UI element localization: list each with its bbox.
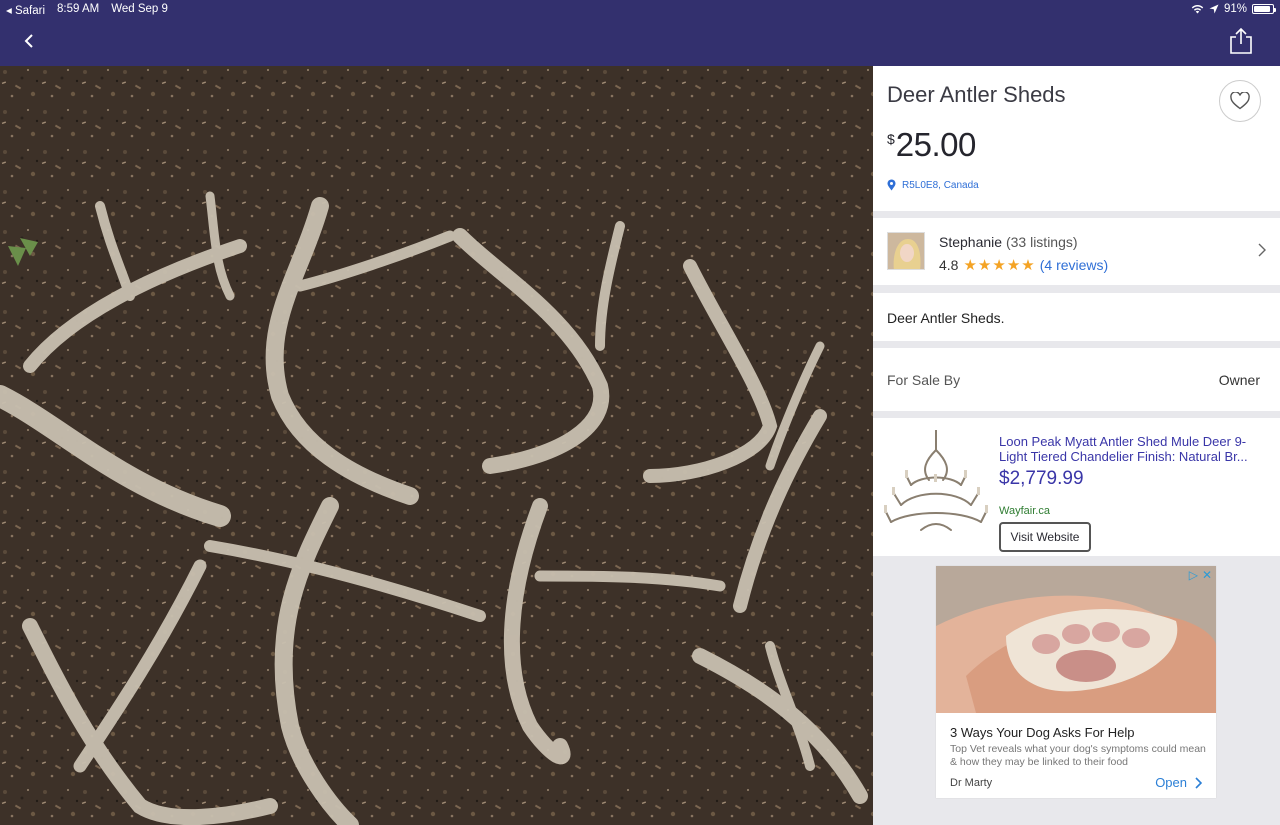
location-text: R5L0E8, Canada	[902, 179, 979, 191]
display-ad[interactable]: ▷ ✕ 3 Ways Your Dog Asks For Help Top Ve…	[936, 566, 1216, 798]
price-amount: 25.00	[895, 126, 977, 163]
ad-open-button[interactable]: Open	[1155, 775, 1202, 790]
listing-title: Deer Antler Sheds	[887, 82, 1066, 107]
status-date: Wed Sep 9	[111, 3, 168, 15]
seller-name-text: Stephanie	[939, 234, 1003, 250]
map-pin-icon	[887, 179, 896, 191]
listing-description: Deer Antler Sheds.	[887, 310, 1005, 326]
chevron-right-icon	[1195, 776, 1202, 789]
status-time: 8:59 AM	[57, 3, 100, 15]
star-icon: ★	[1006, 257, 1021, 274]
ad-product-title[interactable]: Loon Peak Myatt Antler Shed Mule Deer 9-…	[999, 434, 1267, 464]
listing-photo[interactable]	[0, 66, 873, 825]
back-app-label: Safari	[14, 5, 46, 17]
for-sale-by-value: Owner	[1218, 372, 1260, 388]
ad-brand: Dr Marty	[950, 777, 993, 789]
seller-card[interactable]: Stephanie (33 listings) 4.8 ★ ★ ★ ★ ★ (4 rev…	[873, 218, 1280, 285]
star-icon: ★	[977, 257, 992, 274]
ad-image[interactable]: ▷ ✕	[936, 566, 1216, 713]
location-arrow-icon	[1209, 4, 1219, 14]
location-link[interactable]: R5L0E8, Canada	[887, 179, 979, 191]
star-rating: ★ ★ ★ ★ ★	[963, 256, 1034, 274]
rating-value: 4.8	[939, 257, 959, 273]
ad-open-label: Open	[1155, 775, 1187, 790]
for-sale-by-label: For Sale By	[887, 372, 961, 388]
listing-summary-card: Deer Antler Sheds $ 25.00 R5L0E8, Canada	[873, 66, 1280, 211]
product-ad[interactable]: Loon Peak Myatt Antler Shed Mule Deer 9-…	[873, 418, 1280, 556]
chevron-left-icon	[24, 34, 33, 48]
heart-icon	[1230, 92, 1250, 110]
ad-product-price: $2,779.99	[999, 468, 1084, 489]
chandelier-image[interactable]	[881, 429, 991, 540]
star-icon: ★	[992, 257, 1006, 274]
battery-percent: 91%	[1223, 3, 1247, 15]
reviews-link[interactable]: (4 reviews)	[1040, 257, 1108, 273]
seller-rating: 4.8 ★ ★ ★ ★ ★ (4 reviews)	[939, 256, 1108, 274]
ad-domain: Wayfair.ca	[999, 505, 1050, 517]
share-button[interactable]	[1228, 27, 1254, 55]
listing-price: $ 25.00	[887, 126, 976, 164]
wifi-icon	[1191, 5, 1204, 14]
star-icon: ★	[963, 257, 977, 274]
for-sale-by-row: For Sale By Owner	[873, 348, 1280, 411]
ad-headline[interactable]: 3 Ways Your Dog Asks For Help	[950, 725, 1135, 740]
chevron-right-icon	[1258, 243, 1266, 260]
antlers-image	[0, 66, 873, 825]
description-card: Deer Antler Sheds.	[873, 293, 1280, 341]
close-ad-icon[interactable]: ✕	[1202, 568, 1212, 582]
currency-symbol: $	[887, 131, 895, 147]
adchoices-icon[interactable]: ▷	[1189, 568, 1198, 582]
ad-body: Top Vet reveals what your dog's symptoms…	[950, 743, 1206, 768]
battery-icon	[1252, 4, 1276, 14]
seller-name: Stephanie (33 listings)	[939, 234, 1078, 250]
seller-listing-count: (33 listings)	[1005, 234, 1078, 250]
favorite-button[interactable]	[1219, 80, 1261, 122]
back-button[interactable]	[18, 30, 40, 52]
visit-website-button[interactable]: Visit Website	[999, 522, 1091, 552]
top-bar: ◂ Safari 8:59 AM Wed Sep 9 91%	[0, 0, 1280, 66]
avatar	[887, 232, 925, 270]
star-icon: ★	[1021, 257, 1035, 274]
share-icon	[1230, 27, 1252, 54]
status-bar: ◂ Safari 8:59 AM Wed Sep 9 91%	[0, 0, 1280, 20]
adchoices[interactable]: ▷ ✕	[1189, 568, 1212, 582]
back-to-app-link[interactable]: ◂ Safari	[6, 3, 45, 17]
